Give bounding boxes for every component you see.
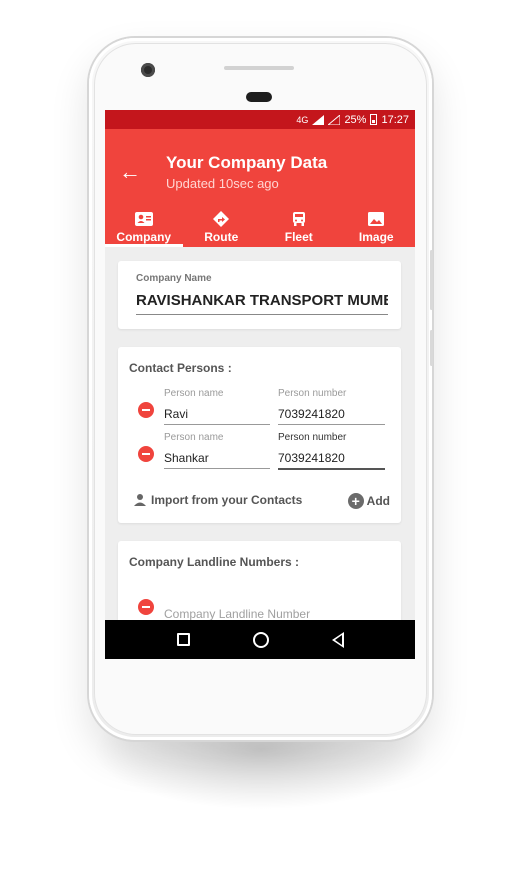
person-name-input[interactable]: Shankar (164, 451, 270, 469)
signal-icon (312, 114, 325, 125)
person-number-input[interactable]: 7039241820 (278, 407, 385, 425)
earpiece (246, 92, 272, 102)
power-button (430, 330, 433, 366)
bus-icon (292, 212, 305, 226)
tab-route[interactable]: Route (183, 207, 261, 247)
landline-card: Company Landline Numbers : Company Landl… (118, 541, 401, 631)
company-name-label: Company Name (136, 273, 212, 284)
back-triangle-icon[interactable] (331, 631, 344, 648)
app-bar: ← Your Company Data Updated 10sec ago Co… (105, 129, 415, 247)
mockup-stage: 4G 25% 17:27 ← Your Company Data Updated… (0, 0, 522, 875)
add-label: Add (366, 494, 390, 508)
remove-landline-icon[interactable] (138, 599, 154, 615)
front-camera-icon (141, 63, 155, 77)
add-circle-icon: + (347, 493, 364, 509)
battery-percent: 25% (344, 113, 367, 126)
remove-person-icon[interactable] (138, 402, 154, 418)
contact-persons-title: Contact Persons : (129, 361, 232, 375)
remove-person-icon[interactable] (138, 446, 154, 462)
import-contacts-button[interactable]: Import from your Contacts (133, 493, 302, 507)
tab-image[interactable]: Image (338, 207, 416, 247)
status-bar: 4G 25% 17:27 (105, 110, 415, 129)
person-name-label: Person name (164, 388, 224, 399)
clock: 17:27 (381, 113, 409, 126)
volume-button (430, 250, 433, 310)
tab-image-label: Image (358, 230, 394, 244)
wifi-signal-icon (328, 114, 341, 125)
network-type: 4G (296, 114, 309, 125)
person-name-input[interactable]: Ravi (164, 407, 270, 425)
speaker-grille (224, 66, 294, 70)
contact-card-icon (134, 212, 153, 226)
company-name-field[interactable]: RAVISHANKAR TRANSPORT MUMBAI (136, 292, 388, 315)
tab-company-label: Company (116, 230, 172, 244)
landline-title: Company Landline Numbers : (129, 555, 300, 569)
page-subtitle: Updated 10sec ago (166, 176, 279, 191)
person-number-label: Person number (278, 432, 347, 443)
recents-icon[interactable] (176, 633, 190, 646)
back-arrow-icon[interactable]: ← (119, 161, 141, 183)
import-contacts-label: Import from your Contacts (151, 493, 303, 507)
person-name-label: Person name (164, 432, 224, 443)
person-icon (134, 494, 146, 506)
home-icon[interactable] (252, 631, 269, 648)
page-title: Your Company Data (166, 153, 328, 172)
tab-company[interactable]: Company (105, 207, 183, 247)
landline-number-input[interactable]: Company Landline Number (164, 607, 310, 621)
phone-screen: 4G 25% 17:27 ← Your Company Data Updated… (105, 110, 415, 659)
tab-route-label: Route (204, 230, 239, 244)
add-person-button[interactable]: + Add (347, 493, 390, 509)
image-icon (368, 212, 385, 226)
person-number-input[interactable]: 7039241820 (278, 451, 385, 470)
tab-bar: Company Route Fleet Image (105, 207, 415, 247)
tab-fleet-label: Fleet (284, 230, 313, 244)
battery-icon (370, 114, 378, 125)
contact-persons-card: Contact Persons : Person name Ravi Perso… (118, 347, 401, 523)
company-name-card: Company Name RAVISHANKAR TRANSPORT MUMBA… (118, 261, 401, 329)
tab-fleet[interactable]: Fleet (260, 207, 338, 247)
person-number-label: Person number (278, 388, 347, 399)
android-nav-bar (105, 620, 415, 659)
directions-icon (213, 211, 230, 227)
